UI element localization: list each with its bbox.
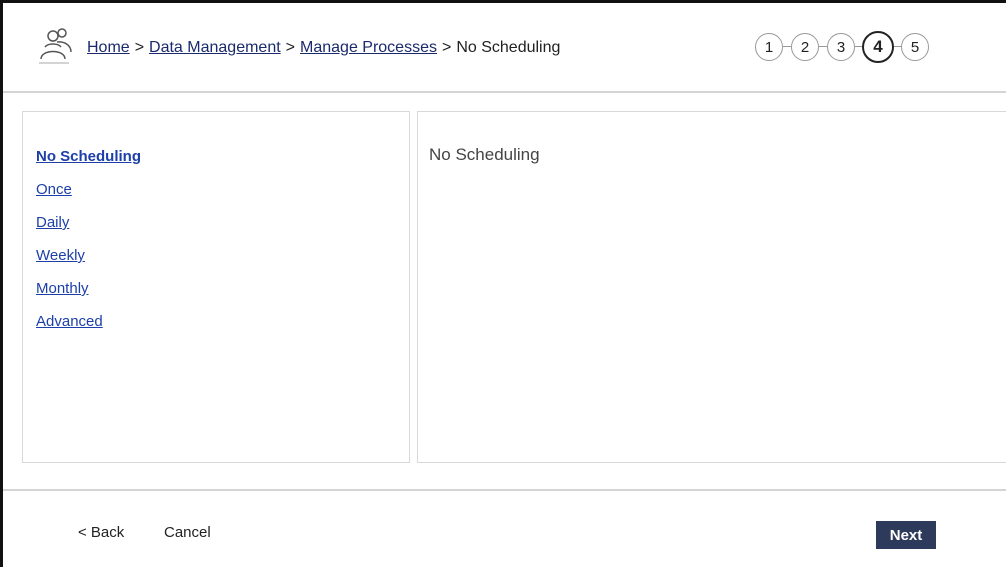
list-item: Monthly (36, 280, 141, 313)
list-item: Advanced (36, 313, 141, 346)
breadcrumb: Home > Data Management > Manage Processes > No… (87, 39, 560, 57)
option-weekly[interactable]: Weekly (36, 247, 85, 264)
list-item: Weekly (36, 247, 141, 280)
schedule-options-panel: No Scheduling Once Daily Weekly Monthly … (22, 111, 410, 463)
breadcrumb-separator: > (134, 39, 145, 56)
option-monthly[interactable]: Monthly (36, 280, 89, 297)
option-once[interactable]: Once (36, 181, 72, 198)
breadcrumb-separator: > (441, 39, 452, 56)
option-daily[interactable]: Daily (36, 214, 69, 231)
list-item: Once (36, 181, 141, 214)
step-2: 2 (791, 33, 819, 61)
step-1: 1 (755, 33, 783, 61)
users-icon (39, 28, 72, 64)
back-button[interactable]: < Back (78, 524, 124, 541)
next-button[interactable]: Next (876, 521, 936, 549)
footer-divider (3, 489, 1006, 491)
option-advanced[interactable]: Advanced (36, 313, 103, 330)
step-3: 3 (827, 33, 855, 61)
step-4-active: 4 (862, 31, 894, 63)
content-title: No Scheduling (429, 145, 540, 164)
breadcrumb-data-management[interactable]: Data Management (149, 39, 281, 56)
breadcrumb-manage-processes[interactable]: Manage Processes (300, 39, 437, 56)
header: Home > Data Management > Manage Processes > No… (3, 3, 1006, 93)
step-connector (819, 46, 827, 47)
option-no-scheduling[interactable]: No Scheduling (36, 148, 141, 165)
step-5: 5 (901, 33, 929, 61)
breadcrumb-separator: > (285, 39, 296, 56)
breadcrumb-home[interactable]: Home (87, 39, 130, 56)
breadcrumb-current: No Scheduling (456, 39, 561, 56)
cancel-button[interactable]: Cancel (164, 524, 211, 541)
list-item: Daily (36, 214, 141, 247)
schedule-options-list: No Scheduling Once Daily Weekly Monthly … (36, 148, 141, 346)
list-item: No Scheduling (36, 148, 141, 181)
step-connector (783, 46, 791, 47)
schedule-detail-panel: No Scheduling (417, 111, 1006, 463)
